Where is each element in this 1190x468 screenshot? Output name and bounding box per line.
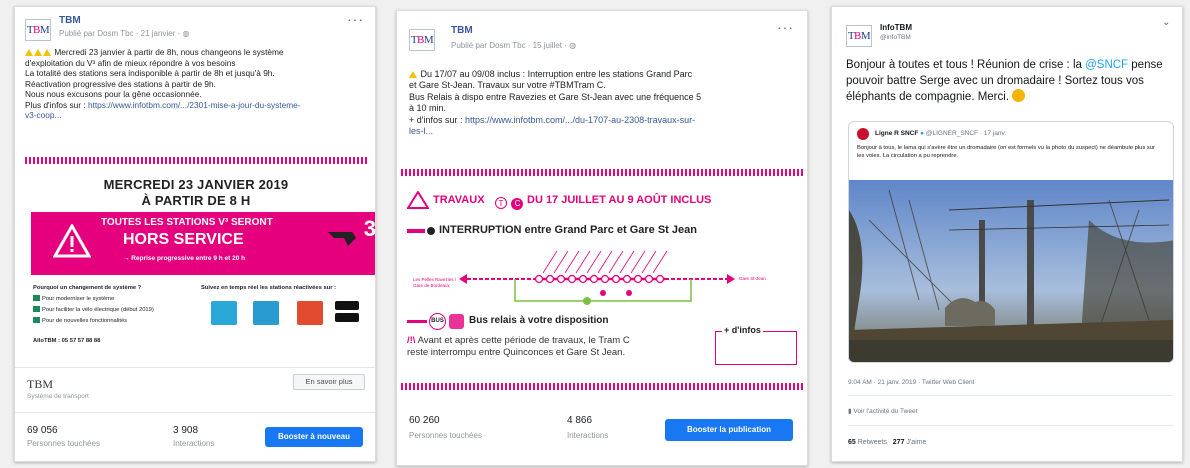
image-time-line: À PARTIR DE 8 H bbox=[141, 193, 251, 208]
tweet-text: Bonjour à toutes et tous ! Réunion de cr… bbox=[846, 59, 1163, 103]
warning-triangle-icon bbox=[406, 190, 430, 209]
reach-label: Personnes touchées bbox=[409, 431, 482, 440]
post-link-cont[interactable]: les-l... bbox=[409, 126, 801, 137]
post-text: Mercredi 23 janvier à partir de 8h, nous… bbox=[25, 47, 370, 121]
infos-box: + d'infos bbox=[715, 325, 797, 365]
link-source-sub: Système de transport bbox=[27, 393, 89, 400]
interactions-label: Interactions bbox=[567, 431, 609, 440]
divider bbox=[848, 425, 1174, 426]
quoted-author: Ligne R SNCF ● @LIGNER_SNCF · 17 janv. bbox=[875, 130, 1007, 137]
wave-divider bbox=[401, 169, 805, 176]
boost-again-button[interactable]: Booster à nouveau bbox=[265, 427, 363, 447]
tram-icon: T bbox=[495, 197, 507, 209]
google-play-badge bbox=[335, 301, 359, 310]
learn-more-button[interactable]: En savoir plus bbox=[293, 374, 365, 390]
tweet-card: TBM InfoTBM @infoTBM ⌄ Bonjour à toutes … bbox=[831, 6, 1183, 462]
chevron-down-icon[interactable]: ⌄ bbox=[1162, 17, 1171, 28]
post-link[interactable]: https://www.infotbm.com/.../2301-mise-a-… bbox=[88, 100, 301, 110]
tram-c-badges: T C bbox=[495, 193, 524, 211]
tbm-app-icon bbox=[297, 301, 323, 325]
banner-line-1: TOUTES LES STATIONS V³ SERONT bbox=[101, 217, 273, 228]
divider bbox=[15, 412, 375, 413]
warning-triangle-icon bbox=[53, 224, 91, 258]
tweet-author-name[interactable]: InfoTBM bbox=[880, 23, 912, 32]
arrow-tail bbox=[407, 320, 427, 323]
interactions-label: Interactions bbox=[173, 439, 215, 448]
warning-icon bbox=[409, 71, 417, 78]
bike-icon bbox=[328, 232, 356, 246]
quoted-text: Bonjour à tous, le lama qui s'avère être… bbox=[857, 145, 1155, 159]
reason-1: Pour moderniser le système bbox=[33, 295, 114, 304]
note-text: /!\ Avant et après cette période de trav… bbox=[407, 335, 630, 358]
tweet-timestamp: 9:04 AM · 21 janv. 2019 · Twitter Web Cl… bbox=[848, 379, 975, 386]
post-link-cont[interactable]: v3-coop... bbox=[25, 110, 370, 121]
banner-line-2: HORS SERVICE bbox=[123, 231, 244, 248]
line-c-icon: C bbox=[511, 198, 524, 210]
facebook-post-tram-c: TBM TBM Publié par Dosm Tbc · 15 juillet… bbox=[396, 10, 808, 466]
mobile-app-icon bbox=[253, 301, 279, 325]
reach-count: 60 260 bbox=[409, 415, 440, 426]
travaux-title bbox=[406, 190, 430, 211]
tweet-activity-link[interactable]: ▮ Voir l'activité du Tweet bbox=[848, 407, 917, 415]
interactions-count: 4 866 bbox=[567, 415, 593, 426]
tweet-stats: 65 Retweets 277 J'aime bbox=[848, 439, 927, 446]
hors-service-banner: TOUTES LES STATIONS V³ SERONT HORS SERVI… bbox=[31, 212, 376, 275]
banner-line-3: → Reprise progressive entre 9 h et 20 h bbox=[123, 255, 246, 262]
reason-3: Pour de nouvelles fonctionnalités bbox=[33, 317, 127, 326]
quoted-photo bbox=[849, 180, 1173, 362]
bullet-icon bbox=[427, 227, 435, 235]
image-date-line: MERCREDI 23 JANVIER 2019 bbox=[103, 177, 289, 192]
page-name[interactable]: TBM bbox=[451, 25, 473, 36]
app-store-badge bbox=[335, 313, 359, 322]
tweet-author-handle[interactable]: @infoTBM bbox=[880, 34, 911, 41]
interruption-text: INTERRUPTION entre Grand Parc et Gare St… bbox=[439, 224, 697, 236]
facebook-post-v3: TBM TBM Publié par Dosm Tbc · 21 janvier… bbox=[14, 6, 376, 462]
facepalm-emoji-icon bbox=[1012, 89, 1026, 102]
quoted-tweet[interactable]: Ligne R SNCF ● @LIGNER_SNCF · 17 janv. B… bbox=[848, 121, 1174, 363]
tbm-logo[interactable]: TBM bbox=[409, 29, 435, 51]
tbm-logo[interactable]: TBM bbox=[25, 19, 51, 41]
post-meta: Publié par Dosm Tbc · 21 janvier · ◍ bbox=[59, 29, 190, 38]
left-terminus: Les Pelles Ravezies / Gare de Bordeaux bbox=[413, 277, 457, 288]
infotbm-avatar[interactable]: TBM bbox=[846, 25, 872, 47]
sncf-mention[interactable]: @SNCF bbox=[1085, 59, 1128, 71]
warning-icon bbox=[25, 47, 52, 57]
interactions-count: 3 908 bbox=[173, 425, 199, 436]
travaux-label: TRAVAUX bbox=[433, 194, 485, 206]
globe-icon: ◍ bbox=[569, 41, 577, 50]
wave-divider bbox=[25, 157, 369, 164]
reach-count: 69 056 bbox=[27, 425, 58, 436]
page-name[interactable]: TBM bbox=[59, 15, 81, 26]
reach-label: Personnes touchées bbox=[27, 439, 100, 448]
verified-icon: ● bbox=[920, 130, 925, 137]
line-c-badge bbox=[449, 314, 464, 329]
divider bbox=[848, 395, 1174, 396]
post-link[interactable]: https://www.infotbm.com/.../du-1707-au-2… bbox=[465, 115, 695, 125]
travaux-dates: DU 17 JUILLET AU 9 AOÛT INCLUS bbox=[527, 194, 712, 206]
boost-post-button[interactable]: Booster la publication bbox=[665, 419, 793, 441]
post-meta: Publié par Dosm Tbc · 15 juillet · ◍ bbox=[451, 41, 577, 50]
bus-relais-text: Bus relais à votre disposition bbox=[469, 315, 609, 326]
v3-number: 3 bbox=[363, 216, 376, 241]
globe-icon: ◍ bbox=[182, 29, 190, 38]
more-options-icon[interactable]: ··· bbox=[347, 11, 364, 27]
chart-icon: ▮ bbox=[848, 408, 852, 415]
bus-icon: BUS bbox=[429, 313, 446, 330]
right-terminus: Gare St-Jean bbox=[739, 276, 766, 281]
more-options-icon[interactable]: ··· bbox=[777, 19, 794, 35]
web-app-icon bbox=[211, 301, 237, 325]
why-heading: Pourquoi un changement de système ? bbox=[33, 285, 142, 291]
ligne-r-avatar bbox=[857, 128, 869, 140]
reason-2: Pour faciliter la vélo électrique (début… bbox=[33, 306, 154, 315]
post-text: Du 17/07 au 09/08 inclus : Interruption … bbox=[409, 69, 801, 137]
follow-heading: Suivez en temps réel les stations réacti… bbox=[201, 285, 337, 291]
arrow-tail bbox=[407, 229, 425, 233]
allotbm-phone: AlloTBM : 05 57 57 88 88 bbox=[33, 338, 101, 344]
wave-divider bbox=[401, 383, 805, 390]
divider bbox=[15, 367, 375, 368]
link-source-name: TBM bbox=[27, 377, 54, 391]
